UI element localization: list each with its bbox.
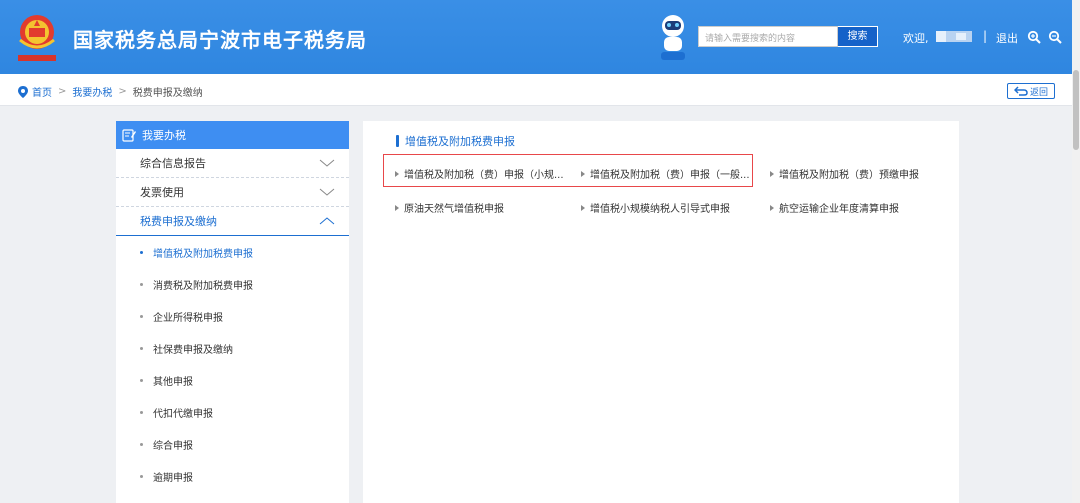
sidebar-subitem-label: 代扣代缴申报 bbox=[153, 408, 213, 420]
chevron-down-icon bbox=[319, 188, 335, 196]
sidebar-subitem-corporate-tax[interactable]: 企业所得税申报 bbox=[116, 300, 349, 332]
breadcrumb-level1[interactable]: 我要办税 bbox=[72, 84, 112, 99]
sidebar-item-tax-filing[interactable]: 税费申报及缴纳 bbox=[116, 207, 349, 236]
bullet bbox=[140, 250, 143, 254]
option-aviation-annual[interactable]: 航空运输企业年度清算申报 bbox=[770, 200, 899, 215]
caret-right-icon bbox=[581, 170, 585, 177]
sidebar-subitem-label: 其他申报 bbox=[153, 376, 193, 388]
sidebar-header: 我要办税 bbox=[116, 121, 349, 149]
sidebar-subitem-vat[interactable]: 增值税及附加税费申报 bbox=[116, 236, 349, 268]
page-scrollbar-thumb[interactable] bbox=[1073, 70, 1079, 150]
search-input[interactable]: 请输入需要搜索的内容 bbox=[698, 26, 838, 47]
option-small-scale-guided[interactable]: 增值税小规模纳税人引导式申报 bbox=[581, 200, 730, 215]
option-label: 增值税及附加税（费）预缴申报 bbox=[779, 170, 919, 181]
breadcrumb-current: 税费申报及缴纳 bbox=[132, 88, 203, 99]
sidebar-item-label: 综合信息报告 bbox=[140, 157, 206, 170]
sidebar-subitem-label: 综合申报 bbox=[153, 440, 193, 452]
logout-link[interactable]: 退出 bbox=[996, 30, 1018, 46]
breadcrumb-home[interactable]: 首页 bbox=[32, 84, 52, 99]
caret-right-icon bbox=[581, 204, 585, 211]
site-title: 国家税务总局宁波市电子税务局 bbox=[73, 28, 367, 52]
tax-emblem-logo bbox=[18, 15, 56, 61]
sidebar-item-label: 税费申报及缴纳 bbox=[140, 215, 217, 228]
back-label: 返回 bbox=[1029, 87, 1048, 98]
back-button[interactable]: 返回 bbox=[1007, 83, 1055, 99]
option-oil-gas-vat[interactable]: 原油天然气增值税申报 bbox=[395, 200, 504, 215]
panel-title: 增值税及附加税费申报 bbox=[396, 133, 515, 149]
caret-right-icon bbox=[395, 204, 399, 211]
breadcrumb-separator: > bbox=[58, 86, 67, 97]
sidebar-title: 我要办税 bbox=[142, 129, 186, 142]
option-label: 增值税小规模纳税人引导式申报 bbox=[590, 204, 730, 215]
sidebar-subitem-overdue[interactable]: 逾期申报 bbox=[116, 460, 349, 492]
sidebar-subitem-label: 增值税及附加税费申报 bbox=[153, 248, 253, 260]
sidebar-subitem-label: 企业所得税申报 bbox=[153, 312, 223, 324]
breadcrumb: 首页 > 我要办税 > 税费申报及缴纳 bbox=[18, 84, 203, 99]
zoom-in-icon[interactable] bbox=[1027, 30, 1041, 44]
breadcrumb-bar: 首页 > 我要办税 > 税费申报及缴纳 bbox=[0, 74, 1080, 106]
sidebar-subitem-label: 逾期申报 bbox=[153, 472, 193, 484]
sidebar-subitem-social-security[interactable]: 社保费申报及缴纳 bbox=[116, 332, 349, 364]
sidebar-subitem-consumption-tax[interactable]: 消费税及附加税费申报 bbox=[116, 268, 349, 300]
sidebar-item-label: 发票使用 bbox=[140, 186, 184, 199]
caret-right-icon bbox=[770, 170, 774, 177]
sidebar-subitem-comprehensive[interactable]: 综合申报 bbox=[116, 428, 349, 460]
sidebar-item-invoice[interactable]: 发票使用 bbox=[116, 178, 349, 207]
panel-title-text: 增值税及附加税费申报 bbox=[405, 135, 515, 148]
bullet bbox=[140, 378, 143, 382]
bullet bbox=[140, 346, 143, 350]
username-redacted bbox=[936, 31, 972, 42]
option-vat-prepaid[interactable]: 增值税及附加税（费）预缴申报 bbox=[770, 166, 919, 181]
caret-right-icon bbox=[770, 204, 774, 211]
main-panel: 增值税及附加税费申报 增值税及附加税（费）申报（小规... 增值税及附加税（费）… bbox=[363, 121, 959, 503]
header-divider: | bbox=[983, 29, 988, 43]
sidebar-subitem-withholding[interactable]: 代扣代缴申报 bbox=[116, 396, 349, 428]
bullet bbox=[140, 282, 143, 286]
breadcrumb-separator: > bbox=[118, 86, 127, 97]
chevron-down-icon bbox=[319, 159, 335, 167]
sidebar-item-info-report[interactable]: 综合信息报告 bbox=[116, 149, 349, 178]
sidebar-subitem-label: 消费税及附加税费申报 bbox=[153, 280, 253, 292]
chevron-up-icon bbox=[319, 217, 335, 225]
robot-assistant-icon[interactable] bbox=[656, 12, 690, 62]
option-vat-small-scale[interactable]: 增值税及附加税（费）申报（小规... bbox=[395, 166, 564, 181]
option-label: 增值税及附加税（费）申报（小规... bbox=[404, 170, 564, 181]
option-vat-general[interactable]: 增值税及附加税（费）申报（一般... bbox=[581, 166, 750, 181]
return-arrow-icon bbox=[1013, 86, 1028, 96]
top-header: 国家税务总局宁波市电子税务局 请输入需要搜索的内容 搜索 欢迎, | 退出 bbox=[0, 0, 1080, 74]
option-label: 增值税及附加税（费）申报（一般... bbox=[590, 170, 750, 181]
option-label: 航空运输企业年度清算申报 bbox=[779, 204, 899, 215]
bullet bbox=[140, 410, 143, 414]
edit-document-icon bbox=[122, 129, 136, 142]
title-accent-bar bbox=[396, 135, 399, 147]
caret-right-icon bbox=[395, 170, 399, 177]
search-button[interactable]: 搜索 bbox=[838, 26, 878, 47]
sidebar-subitem-other[interactable]: 其他申报 bbox=[116, 364, 349, 396]
bullet bbox=[140, 314, 143, 318]
location-pin-icon bbox=[18, 85, 28, 98]
zoom-out-icon[interactable] bbox=[1048, 30, 1062, 44]
bullet bbox=[140, 474, 143, 478]
bullet bbox=[140, 442, 143, 446]
sidebar-subitem-label: 社保费申报及缴纳 bbox=[153, 344, 233, 356]
welcome-text: 欢迎, bbox=[903, 32, 929, 45]
sidebar: 我要办税 综合信息报告 发票使用 税费申报及缴纳 增值税及附加税费申报 消费税及… bbox=[116, 121, 349, 503]
option-label: 原油天然气增值税申报 bbox=[404, 204, 504, 215]
